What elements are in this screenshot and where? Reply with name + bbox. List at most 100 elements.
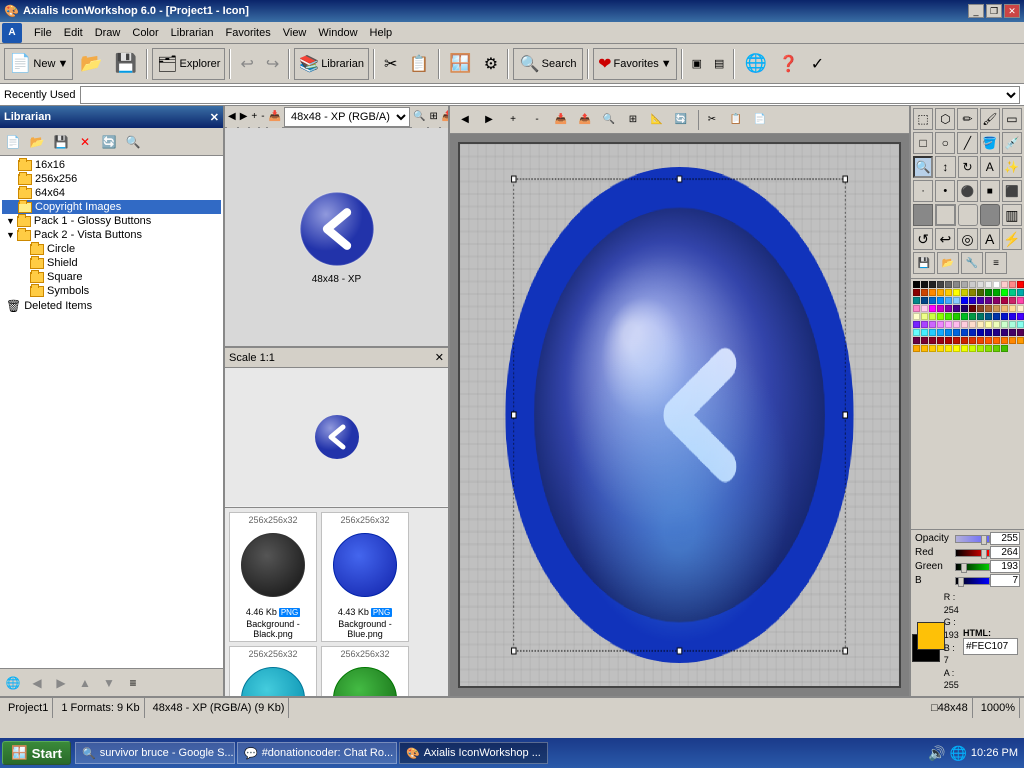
- color-cell[interactable]: [945, 313, 952, 320]
- format-import-btn[interactable]: 📥: [268, 106, 282, 128]
- color-cell[interactable]: [1009, 305, 1016, 312]
- color-cell[interactable]: [1009, 289, 1016, 296]
- color-cell[interactable]: [937, 329, 944, 336]
- tool-rotate[interactable]: ↻: [958, 156, 978, 178]
- tool-misc-4[interactable]: A: [980, 228, 1000, 250]
- color-cell[interactable]: [937, 313, 944, 320]
- restore-button[interactable]: ❐: [986, 4, 1002, 18]
- color-cell[interactable]: [921, 329, 928, 336]
- color-cell[interactable]: [921, 313, 928, 320]
- color-cell[interactable]: [985, 281, 992, 288]
- color-cell[interactable]: [1009, 313, 1016, 320]
- color-cell[interactable]: [913, 289, 920, 296]
- color-cell[interactable]: [953, 281, 960, 288]
- canvas-cut[interactable]: ✂: [701, 109, 723, 131]
- color-cell[interactable]: [969, 321, 976, 328]
- tree-item-shield[interactable]: Shield: [2, 256, 221, 270]
- tool-misc-5[interactable]: ⚡: [1002, 228, 1022, 250]
- favorites-button[interactable]: ❤ Favorites ▼: [593, 48, 677, 80]
- format-prev-btn[interactable]: ◀: [227, 106, 237, 128]
- tool-zoom[interactable]: 🔍: [913, 156, 933, 178]
- color-cell[interactable]: [953, 337, 960, 344]
- color-cell[interactable]: [913, 297, 920, 304]
- color-cell[interactable]: [1001, 281, 1008, 288]
- color-cell[interactable]: [961, 329, 968, 336]
- color-cell[interactable]: [993, 329, 1000, 336]
- color-cell[interactable]: [977, 289, 984, 296]
- format-add-btn[interactable]: +: [250, 106, 258, 128]
- color-cell[interactable]: [1017, 305, 1024, 312]
- shape-filled-sq[interactable]: [913, 204, 933, 226]
- menu-favorites[interactable]: Favorites: [219, 25, 276, 41]
- close-button[interactable]: ✕: [1004, 4, 1020, 18]
- size-1px[interactable]: ·: [913, 180, 933, 202]
- color-cell[interactable]: [913, 281, 920, 288]
- color-cell[interactable]: [977, 337, 984, 344]
- color-cell[interactable]: [985, 345, 992, 352]
- color-cell[interactable]: [977, 297, 984, 304]
- tool-misc-1[interactable]: ↺: [913, 228, 933, 250]
- lib-list-btn[interactable]: ≡: [122, 672, 144, 694]
- menu-window[interactable]: Window: [312, 25, 363, 41]
- search-button[interactable]: 🔍 Search: [513, 48, 583, 80]
- tool-select-free[interactable]: ⬡: [935, 108, 955, 130]
- color-cell[interactable]: [921, 337, 928, 344]
- green-slider[interactable]: [955, 563, 990, 571]
- format-next-btn[interactable]: ▶: [239, 106, 249, 128]
- shape-round-sq[interactable]: [958, 204, 978, 226]
- color-cell[interactable]: [969, 305, 976, 312]
- color-cell[interactable]: [1017, 313, 1024, 320]
- color-cell[interactable]: [937, 345, 944, 352]
- color-cell[interactable]: [993, 337, 1000, 344]
- canvas-tb-9[interactable]: 📐: [646, 109, 668, 131]
- format-selector[interactable]: 48x48 - XP (RGB/A) 16x16 - XP (RGB/A) 32…: [284, 107, 410, 127]
- canvas-tb-6[interactable]: 📤: [574, 109, 596, 131]
- tree-item-square[interactable]: Square: [2, 270, 221, 284]
- color-cell[interactable]: [961, 305, 968, 312]
- color-cell[interactable]: [945, 345, 952, 352]
- color-cell[interactable]: [1009, 297, 1016, 304]
- window-controls[interactable]: _ ❐ ✕: [968, 4, 1020, 18]
- color-cell[interactable]: [985, 305, 992, 312]
- shape-extra[interactable]: ▥: [1002, 204, 1022, 226]
- color-cell[interactable]: [977, 305, 984, 312]
- color-cell[interactable]: [929, 345, 936, 352]
- color-cell[interactable]: [977, 345, 984, 352]
- color-cell[interactable]: [1017, 289, 1024, 296]
- color-cell[interactable]: [1009, 329, 1016, 336]
- canvas-tb-2[interactable]: ▶: [478, 109, 500, 131]
- color-cell[interactable]: [953, 321, 960, 328]
- opacity-slider[interactable]: [955, 535, 990, 543]
- lib-up-btn[interactable]: ▲: [74, 672, 96, 694]
- menu-color[interactable]: Color: [126, 25, 164, 41]
- size-2px[interactable]: •: [935, 180, 955, 202]
- tool-fill[interactable]: 🪣: [980, 132, 1000, 154]
- color-cell[interactable]: [1001, 313, 1008, 320]
- lib-save-btn[interactable]: 💾: [50, 131, 72, 153]
- tool-move[interactable]: ↕: [935, 156, 955, 178]
- lib-right-btn[interactable]: ▶: [50, 672, 72, 694]
- color-cell[interactable]: [1017, 337, 1024, 344]
- color-cell[interactable]: [993, 297, 1000, 304]
- color-cell[interactable]: [1001, 321, 1008, 328]
- color-cell[interactable]: [961, 321, 968, 328]
- color-cell[interactable]: [953, 329, 960, 336]
- menu-librarian[interactable]: Librarian: [165, 25, 220, 41]
- menu-file[interactable]: File: [28, 25, 58, 41]
- color-cell[interactable]: [929, 321, 936, 328]
- color-cell[interactable]: [945, 337, 952, 344]
- undo-button[interactable]: ↩: [235, 48, 258, 80]
- tool-line[interactable]: ╱: [957, 132, 977, 154]
- menu-draw[interactable]: Draw: [89, 25, 127, 41]
- view-btn-2[interactable]: ▤: [709, 48, 729, 80]
- tool-ellipse[interactable]: ○: [935, 132, 955, 154]
- menu-edit[interactable]: Edit: [58, 25, 89, 41]
- color-cell[interactable]: [913, 305, 920, 312]
- tree-item-pack2[interactable]: ▼ Pack 2 - Vista Buttons: [2, 228, 221, 242]
- color-cell[interactable]: [985, 313, 992, 320]
- action-btn-3[interactable]: 🔧: [961, 252, 983, 274]
- lib-search-btn[interactable]: 🔍: [122, 131, 144, 153]
- menu-view[interactable]: View: [277, 25, 313, 41]
- color-cell[interactable]: [921, 281, 928, 288]
- tool-brush[interactable]: 🖌: [980, 108, 1000, 130]
